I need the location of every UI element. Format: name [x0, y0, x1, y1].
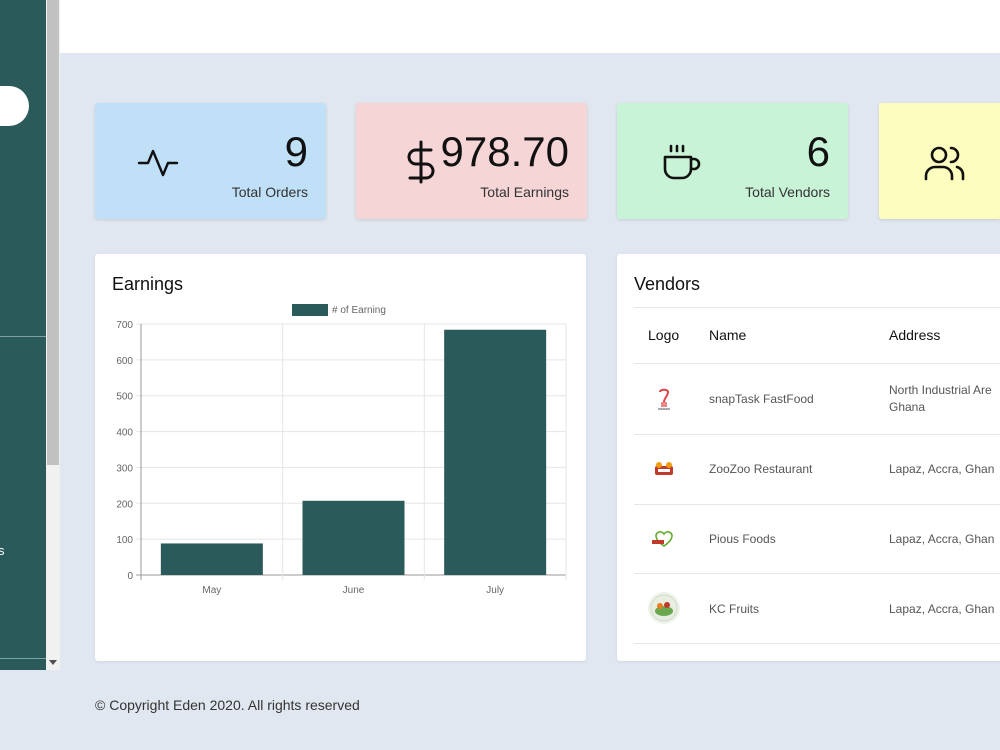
sidebar-divider — [0, 658, 46, 659]
vendor-name: snapTask FastFood — [709, 392, 814, 406]
table-divider — [634, 573, 1000, 574]
sidebar: s — [0, 0, 46, 670]
vendor-name: Pious Foods — [709, 532, 776, 546]
vendor-logo-snaptask — [648, 384, 680, 416]
y-tick-label: 700 — [116, 320, 133, 331]
bar-july — [444, 329, 547, 575]
stat-card-total-orders: 9 Total Orders — [95, 103, 326, 219]
x-tick-label: May — [202, 585, 221, 596]
scroll-down-arrow-icon[interactable] — [49, 660, 57, 665]
stat-value: 9 — [284, 128, 308, 175]
vendor-logo-kc-fruits — [648, 592, 680, 624]
vendors-title: Vendors — [634, 274, 701, 294]
stat-value: 978.70 — [440, 128, 569, 175]
table-divider — [634, 307, 1000, 308]
y-tick-label: 500 — [116, 392, 133, 403]
legend-label: # of Earning — [332, 305, 386, 316]
bar-june — [302, 500, 405, 575]
stat-value: 6 — [806, 128, 830, 175]
column-header-address: Address — [889, 327, 941, 343]
y-tick-label: 300 — [116, 463, 133, 474]
y-tick-label: 200 — [116, 499, 133, 510]
snaptask-logo-icon — [658, 388, 670, 410]
vendors-panel: Vendors Logo Name Address snapTask FastF… — [617, 254, 1000, 661]
vendor-address: North Industrial Are — [889, 383, 992, 397]
stat-label: Total Earnings — [480, 184, 569, 200]
legend-swatch — [292, 304, 328, 316]
vendor-name: KC Fruits — [709, 602, 760, 616]
vendor-address: Lapaz, Accra, Ghan — [889, 532, 995, 546]
column-header-name: Name — [709, 327, 747, 343]
y-tick-label: 600 — [116, 356, 133, 367]
x-tick-label: June — [343, 585, 365, 596]
users-icon — [924, 146, 965, 181]
vendor-address: Ghana — [889, 400, 926, 414]
table-divider — [634, 504, 1000, 505]
sidebar-divider — [0, 336, 46, 337]
column-header-logo: Logo — [648, 327, 680, 343]
stat-card-total-vendors: 6 Total Vendors — [617, 103, 848, 219]
vendor-address: Lapaz, Accra, Ghan — [889, 462, 995, 476]
y-tick-label: 0 — [127, 571, 133, 582]
vendor-logo-zoozoo — [648, 453, 680, 485]
stat-label: Total Vendors — [745, 184, 830, 200]
kc-fruits-logo-icon — [650, 594, 678, 622]
bar-may — [160, 543, 263, 575]
zoozoo-logo-icon — [655, 462, 673, 475]
y-tick-label: 400 — [116, 428, 133, 439]
x-tick-label: July — [486, 585, 504, 596]
dollar-icon — [407, 140, 435, 184]
y-tick-label: 100 — [116, 535, 133, 546]
stat-label: Total Orders — [231, 184, 308, 200]
stat-card-users — [879, 103, 1000, 219]
vendor-address: Lapaz, Accra, Ghan — [889, 602, 995, 616]
vendor-logo-pious — [648, 523, 680, 555]
table-divider — [634, 363, 1000, 364]
earnings-chart: 0 100 200 300 400 500 600 700 May June July # of Ea… — [116, 304, 567, 596]
earnings-panel: Earnings 0 100 200 300 400 500 600 700 May June Ju… — [95, 254, 586, 661]
pious-logo-icon — [652, 531, 673, 547]
scrollbar-thumb[interactable] — [47, 0, 59, 465]
top-navbar — [60, 0, 1000, 53]
sidebar-active-item[interactable] — [0, 86, 29, 126]
vendor-name: ZooZoo Restaurant — [709, 462, 813, 476]
activity-icon — [137, 149, 179, 177]
table-divider — [634, 434, 1000, 435]
table-divider — [634, 643, 1000, 644]
sidebar-scrollbar[interactable] — [46, 0, 60, 670]
stat-card-total-earnings: 978.70 Total Earnings — [356, 103, 587, 219]
sidebar-item-label[interactable]: s — [0, 543, 5, 558]
coffee-icon — [663, 144, 701, 180]
footer-copyright: © Copyright Eden 2020. All rights reserv… — [95, 697, 360, 713]
